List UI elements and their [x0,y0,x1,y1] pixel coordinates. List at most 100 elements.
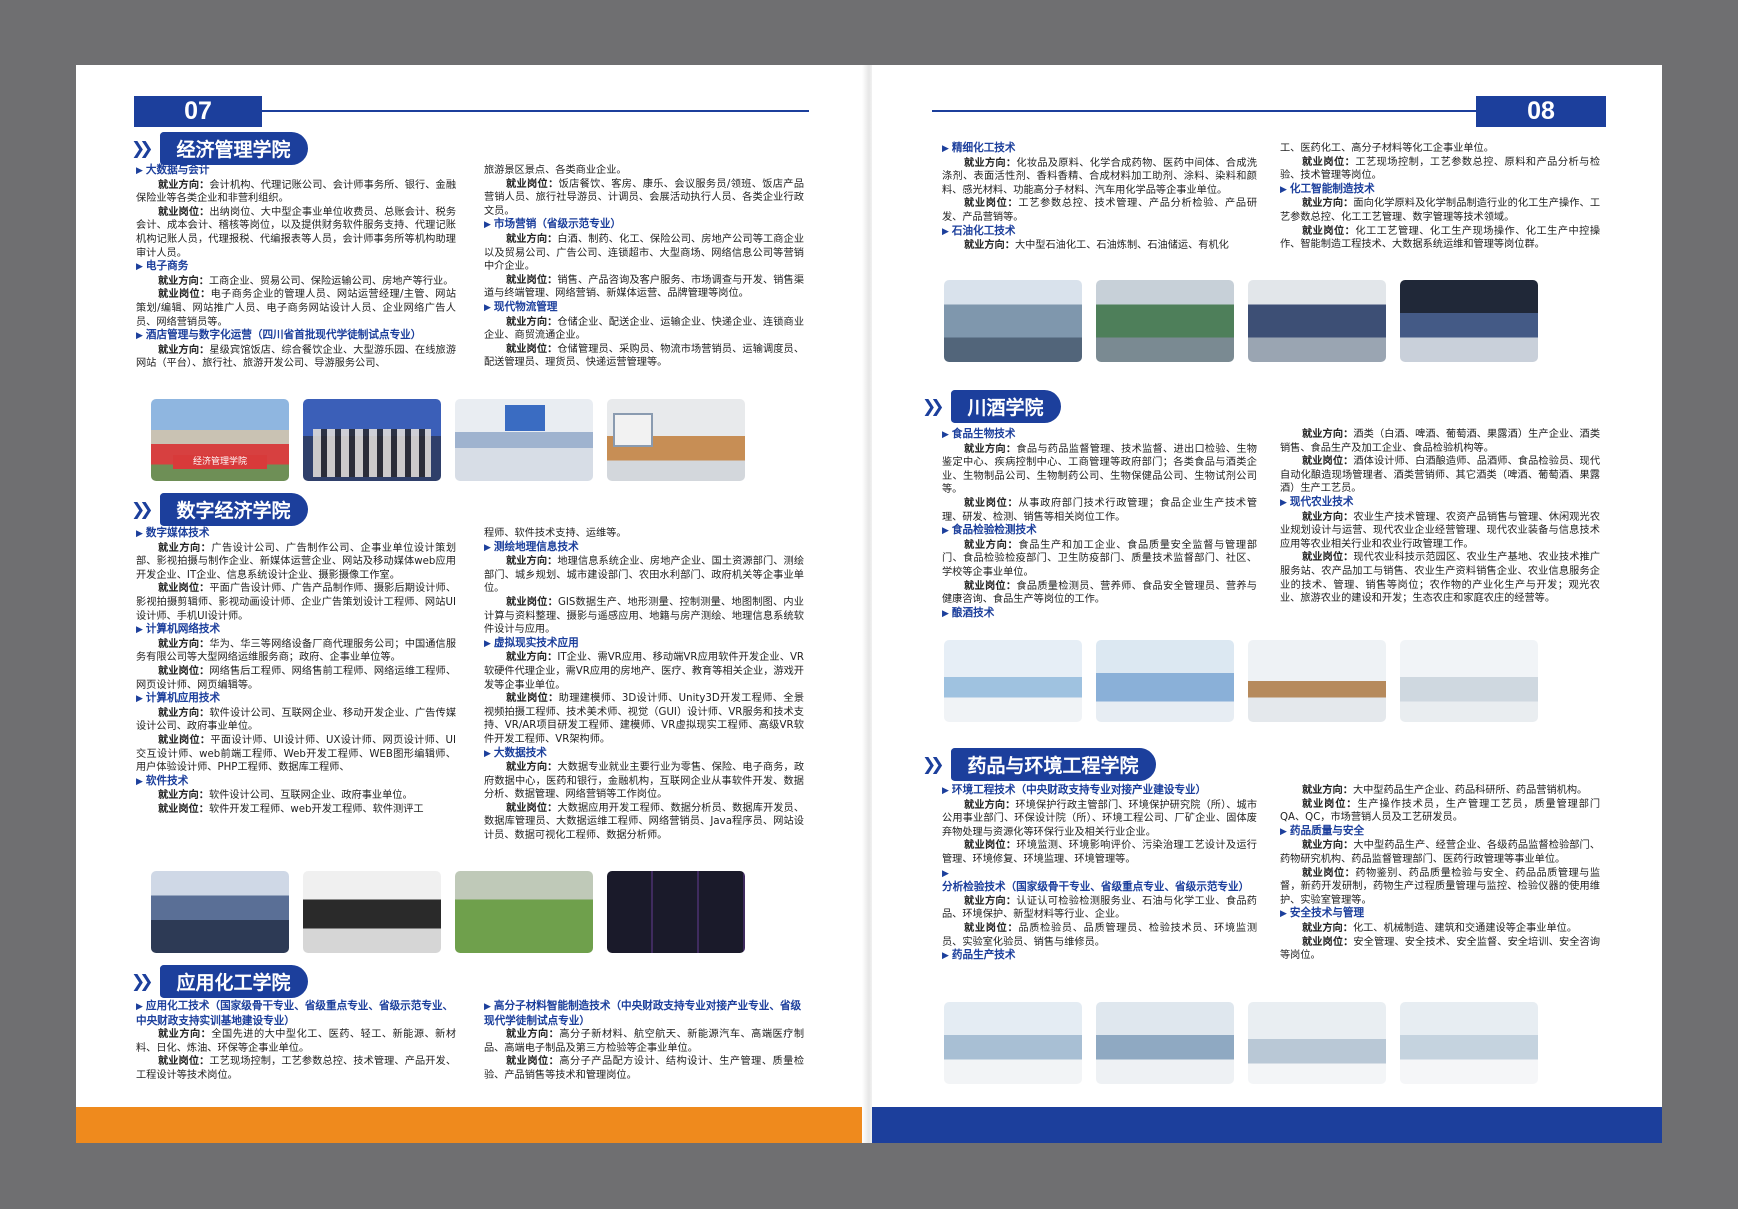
major-title: ▶ 现代农业技术 [1280,496,1600,511]
major-title: ▶ 化工智能制造技术 [1280,183,1600,198]
group-photo: 经济管理学院 [151,399,289,481]
info-paragraph: 就业方向：会计机构、代理记账公司、会计师事务所、银行、金融保险业等各类企业和非营… [136,179,456,206]
section-title: 药品与环境工程学院 [950,748,1156,781]
major-title-text: 食品生物技术 [951,428,1016,440]
info-label: 就业岗位： [964,922,1019,934]
section-title: 应用化工学院 [159,965,308,998]
bullet-icon: ▶ [942,608,949,619]
info-paragraph: 就业方向：IT企业、需VR应用、移动端VR应用软件开发企业、VR软硬件代理企业，… [484,651,804,692]
major-title-text: 化工智能制造技术 [1289,182,1375,195]
pharma-lab-photo [944,1002,1082,1084]
info-label: 就业方向： [964,443,1017,455]
bullet-icon: ▶ [484,1002,491,1012]
info-label: 就业方向： [964,240,1015,252]
info-label: 就业方向： [506,652,558,664]
info-paragraph: 就业岗位：大数据应用开发工程师、数据分析员、数据库开发员、数据库管理员、大数据运… [484,802,804,843]
major-title-text: 酿酒技术 [951,606,995,619]
major-title-text: 应用化工技术（国家级骨干专业、省级重点专业、省级示范专业、中央财政支持实训基地建… [136,1000,454,1027]
info-label: 就业方向： [964,157,1017,169]
bullet-icon: ▶ [136,331,143,342]
major-title: ▶ 食品检验检测技术 [942,524,1257,539]
workers-photo [1248,280,1386,362]
info-label: 就业岗位： [158,665,210,677]
text-column: ▶ 数字媒体技术 就业方向：广告设计公司、广告制作公司、企事业单位设计策划部、影视拍… [136,527,456,816]
outdoor-drone-photo [455,871,593,953]
bullet-icon: ▶ [136,776,143,787]
info-paragraph: 就业岗位：酒体设计师、白酒酿造师、品酒师、食品检验员、现代自动化酿造现场管理者、… [1280,455,1600,496]
text-column: 旅游景区景点、各类商业企业。 就业岗位：饭店餐饮、客房、康乐、会议服务员/领班、饭… [484,164,804,370]
info-label: 就业岗位： [158,803,209,815]
bullet-icon: ▶ [1280,184,1287,195]
info-label: 就业方向： [1302,198,1354,210]
info-label: 就业岗位： [964,497,1019,509]
chem-plant-photo-2 [1096,280,1234,362]
info-paragraph: 就业方向：大数据专业就业主要行业为零售、保险、电子商务，政府数据中心，医药和银行… [484,761,804,802]
bullet-icon: ▶ [484,638,491,649]
info-label: 就业岗位： [158,734,211,746]
page-rule-left [262,110,809,112]
major-title-text: 虚拟现实技术应用 [493,636,579,649]
text-column: ▶ 环境工程技术（中央财政支持专业对接产业建设专业） 就业方向：环境保护行政主管部门… [942,784,1257,964]
major-title-text: 安全技术与管理 [1289,907,1365,920]
major-title-text: 测绘地理信息技术 [493,540,579,553]
photo-strip-pharma [944,1002,1538,1084]
info-paragraph: 就业方向：高分子新材料、航空航天、新能源汽车、高端医疗制品、高端电子制品及第三方… [484,1028,804,1055]
info-paragraph: 就业方向：食品生产和加工企业、食品质量安全监督与管理部门、食品检验检疫部门、卫生… [942,539,1257,580]
major-title-text: 大数据技术 [493,746,547,759]
info-label: 就业方向： [158,344,210,356]
major-title-text: 药品质量与安全 [1289,824,1365,837]
major-title: ▶ 应用化工技术（国家级骨干专业、省级重点专业、省级示范专业、中央财政支持实训基地… [136,1000,456,1028]
lab-photo [944,640,1082,722]
info-label: 就业方向： [1302,511,1354,523]
info-paragraph: 就业方向：全国先进的大中型化工、医药、轻工、新能源、新材料、日化、炼油、环保等企… [136,1028,456,1055]
major-title: ▶ 大数据技术 [484,747,804,762]
bullet-icon: ▶ [136,262,143,273]
major-title-text: 现代物流管理 [493,300,558,313]
major-title-text: 电子商务 [145,260,189,273]
text-column: 就业方向：大中型药品生产企业、药品科研所、药品营销机构。 就业岗位：生产操作技术员… [1280,784,1600,963]
info-label: 就业岗位： [158,206,210,218]
major-title-text: 市场营销（省级示范专业） [493,218,622,231]
major-title: ▶ 软件技术 [136,775,456,790]
info-paragraph: 就业岗位：销售、产品咨询及客户服务、市场调查与开发、销售渠道与终端管理、网络营销… [484,274,804,301]
info-paragraph: 就业方向：工商企业、贸易公司、保险运输公司、房地产等行业。 [136,275,456,289]
bullet-icon: ▶ [942,226,949,237]
info-label: 就业方向： [506,762,558,774]
section-title: 数字经济学院 [159,493,308,526]
info-paragraph: 就业方向：大中型药品生产、经营企业、各级药品监督检验部门、药物研究机构、药品监督… [1280,839,1600,866]
info-label: 就业岗位： [1302,798,1358,810]
bullet-icon: ▶ [942,430,949,440]
info-label: 就业岗位： [506,693,559,705]
bullet-icon: ▶ [136,625,143,636]
info-label: 就业方向： [1302,922,1353,934]
info-text: 工、医药化工、高分子材料等化工企事业单位。 [1280,143,1494,154]
info-paragraph: 就业方向：软件设计公司、互联网企业、政府事业单位。 [136,789,456,803]
text-column: 就业方向：酒类（白酒、啤酒、葡萄酒、果露酒）生产企业、酒类销售、食品生产及加工企… [1280,428,1600,606]
info-paragraph: 就业方向：仓储企业、配送企业、运输企业、快递企业、连锁商业企业、商贸流通企业。 [484,316,804,343]
major-title-text: 软件技术 [145,774,189,787]
bullet-icon: ▶ [942,868,949,879]
bullet-icon: ▶ [484,302,491,313]
info-paragraph: 就业岗位：饭店餐饮、客房、康乐、会议服务员/领班、饭店产品营销人员、旅行社导游员… [484,178,804,219]
major-title-text: 酒店管理与数字化运营（四川省首批现代学徒制试点专业） [145,329,422,342]
info-label: 就业岗位： [506,343,558,355]
major-title: ▶ 现代物流管理 [484,301,804,316]
info-label: 就业岗位： [158,289,211,301]
info-text: 软件开发工程师、web开发工程师、软件测评工 [208,803,424,815]
info-paragraph: 就业岗位：平面广告设计师、广告产品制作师、摄影后期设计师、影视拍摄剪辑师、影视动… [136,582,456,623]
lab-photo-3 [1248,640,1386,722]
info-paragraph: 就业方向：农业生产技术管理、农资产品销售与管理、休闲观光农业规划设计与运营、现代… [1280,511,1600,552]
info-paragraph: 旅游景区景点、各类商业企业。 [484,164,804,178]
info-paragraph: 就业方向：大中型石油化工、石油炼制、石油储运、有机化 [942,239,1257,253]
chevron-icon: ❯❯ [131,499,153,520]
info-label: 就业方向： [158,179,210,191]
info-paragraph: 就业岗位：电子商务企业的管理人员、网站运营经理/主管、网站策划/编辑、网站推广人… [136,288,456,329]
info-paragraph: 就业岗位：GIS数据生产、地形测量、控制测量、地图制图、内业计算与资料整理、摄影… [484,596,804,637]
major-title: ▶ 大数据与会计 [136,164,456,179]
info-paragraph: 就业岗位：工艺现场控制，工艺参数总控、原料和产品分析与检验、技术管理等岗位。 [1280,156,1600,183]
major-title: ▶ 安全技术与管理 [1280,907,1600,922]
info-paragraph: 就业岗位：出纳岗位、大中型企事业单位收费员、总账会计、税务会计、成本会计、稽核等… [136,206,456,260]
major-title: ▶ 药品质量与安全 [1280,825,1600,840]
info-label: 就业方向： [158,707,210,719]
left-page: 07 ❯❯ 经济管理学院 ▶ 大数据与会计 就业方向：会计机构、代理记账公司、会计师… [76,65,866,1143]
